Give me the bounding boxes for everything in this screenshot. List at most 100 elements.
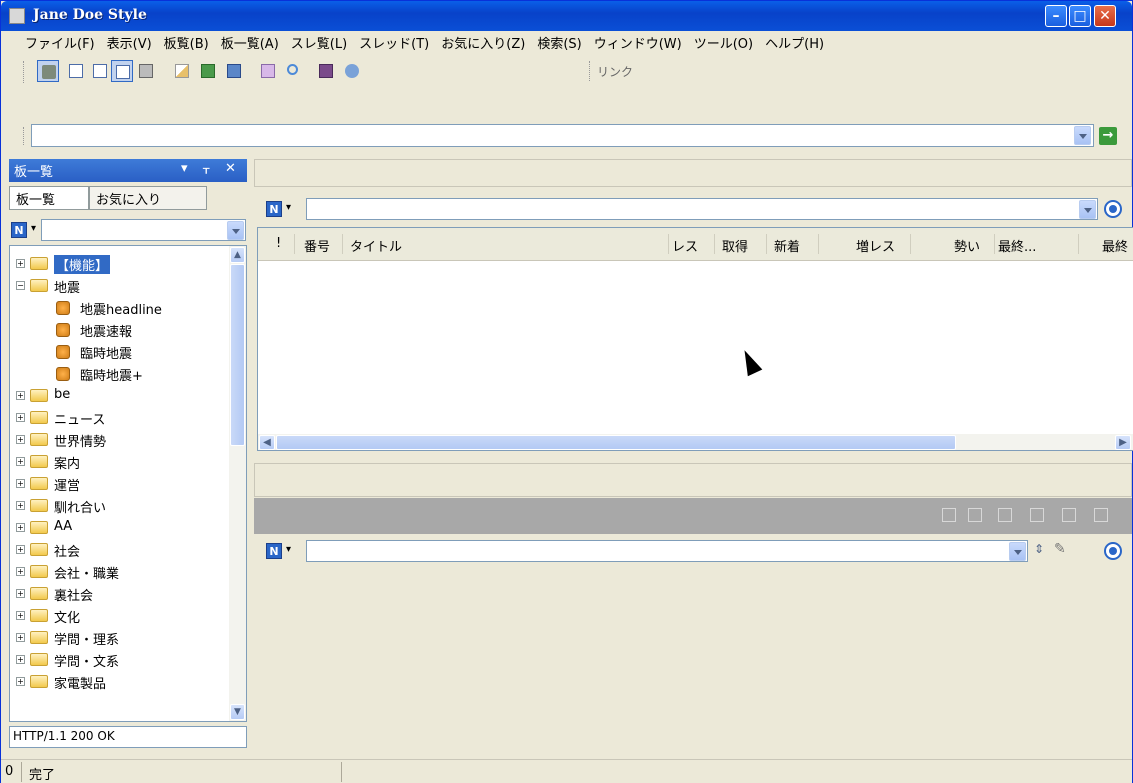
column-header[interactable]: 勢い <box>954 236 980 255</box>
scroll-left-icon[interactable]: ◀ <box>259 435 275 450</box>
menu-tools[interactable]: ツール(O) <box>688 33 759 52</box>
column-separator[interactable] <box>766 234 767 254</box>
address-input[interactable] <box>31 124 1094 147</box>
expand-icon[interactable]: + <box>16 413 25 422</box>
maximize-button[interactable]: □ <box>1069 5 1091 27</box>
n-icon[interactable]: N <box>11 222 27 238</box>
column-header[interactable]: 新着 <box>774 236 800 255</box>
expand-icon[interactable]: + <box>16 567 25 576</box>
thread-filter-input[interactable] <box>306 198 1098 220</box>
menu-search[interactable]: 検索(S) <box>531 33 587 52</box>
reload-all-button[interactable] <box>223 60 245 82</box>
collapse-icon[interactable]: − <box>16 281 25 290</box>
filter-dropdown-icon[interactable] <box>1009 542 1026 561</box>
expand-icon[interactable]: + <box>16 259 25 268</box>
column-separator[interactable] <box>714 234 715 254</box>
column-separator[interactable] <box>910 234 911 254</box>
expand-icon[interactable]: + <box>16 677 25 686</box>
pencil-icon[interactable]: ✎ <box>1054 541 1066 557</box>
scroll-up-icon[interactable]: ▲ <box>230 247 245 263</box>
n-caret-icon[interactable]: ▾ <box>286 544 291 555</box>
column-separator[interactable] <box>294 234 295 254</box>
expand-icon[interactable]: + <box>16 611 25 620</box>
column-header[interactable]: 取得 <box>722 236 748 255</box>
thread-view-filter-input[interactable] <box>306 540 1028 562</box>
column-header[interactable]: ! <box>276 236 281 251</box>
column-separator[interactable] <box>994 234 995 254</box>
layout2-button[interactable] <box>89 60 111 82</box>
tree-scroll-thumb[interactable] <box>230 264 245 446</box>
column-header[interactable]: 最終... <box>998 236 1036 255</box>
column-header[interactable]: 番号 <box>304 236 330 255</box>
column-separator[interactable] <box>668 234 669 254</box>
n-caret-icon[interactable]: ▾ <box>286 202 291 213</box>
board-tree-toggle-button[interactable] <box>37 60 59 82</box>
thread-list-hscrollbar[interactable]: ◀ ▶ <box>258 434 1133 450</box>
menu-thread-list[interactable]: スレ覧(L) <box>285 33 353 52</box>
thread-list-scroll-thumb[interactable] <box>276 435 956 450</box>
address-dropdown-icon[interactable] <box>1074 126 1091 145</box>
layout3-button[interactable] <box>111 60 133 82</box>
toolbar-grip[interactable] <box>23 61 26 83</box>
toolbar-icon[interactable] <box>942 508 956 522</box>
column-separator[interactable] <box>342 234 343 254</box>
toolbar-icon[interactable] <box>998 508 1012 522</box>
minimize-button[interactable]: – <box>1045 5 1067 27</box>
pane-menu-icon[interactable]: ▾ <box>181 161 188 176</box>
toolbar-icon[interactable] <box>1094 508 1108 522</box>
tree-scrollbar[interactable]: ▲ ▼ <box>229 246 246 721</box>
tab-favorites[interactable]: お気に入り <box>89 186 207 210</box>
options-icon[interactable] <box>1104 542 1122 560</box>
expand-icon[interactable]: + <box>16 391 25 400</box>
tab-board-list[interactable]: 板一覧 <box>9 186 89 210</box>
n-icon[interactable]: N <box>266 201 282 217</box>
options-icon[interactable] <box>1104 200 1122 218</box>
board-filter-input[interactable] <box>41 219 246 241</box>
n-icon[interactable]: N <box>266 543 282 559</box>
layout4-button[interactable] <box>135 60 157 82</box>
title-bar[interactable]: Jane Doe Style – □ ✕ <box>1 1 1132 31</box>
expand-icon[interactable]: + <box>16 479 25 488</box>
write-button[interactable] <box>171 60 193 82</box>
expand-icon[interactable]: + <box>16 633 25 642</box>
expand-icon[interactable]: + <box>16 655 25 664</box>
column-separator[interactable] <box>1078 234 1079 254</box>
help-button[interactable] <box>341 60 363 82</box>
pane-close-icon[interactable]: ✕ <box>225 161 236 176</box>
scroll-down-icon[interactable]: ▼ <box>230 704 245 720</box>
expand-icon[interactable]: + <box>16 589 25 598</box>
chat-button[interactable] <box>257 60 279 82</box>
column-separator[interactable] <box>818 234 819 254</box>
reload-button[interactable] <box>197 60 219 82</box>
pin-icon[interactable]: ᚁ <box>203 161 209 176</box>
expand-icon[interactable]: + <box>16 435 25 444</box>
filter-dropdown-icon[interactable] <box>227 221 244 240</box>
book-button[interactable] <box>315 60 337 82</box>
link-grip[interactable] <box>589 61 592 81</box>
scroll-right-icon[interactable]: ▶ <box>1115 435 1131 450</box>
menu-board[interactable]: 板覧(B) <box>158 33 215 52</box>
menu-file[interactable]: ファイル(F) <box>19 33 101 52</box>
close-button[interactable]: ✕ <box>1094 5 1116 27</box>
toolbar-icon[interactable] <box>968 508 982 522</box>
expand-icon[interactable]: + <box>16 501 25 510</box>
expand-icon[interactable]: + <box>16 545 25 554</box>
address-grip[interactable] <box>23 127 26 145</box>
n-caret-icon[interactable]: ▾ <box>31 223 36 234</box>
search-button[interactable] <box>283 60 305 82</box>
spin-icon[interactable]: ⇕ <box>1034 542 1044 556</box>
menu-favorites[interactable]: お気に入り(Z) <box>435 33 531 52</box>
column-header[interactable]: タイトル <box>350 236 402 255</box>
layout1-button[interactable] <box>65 60 87 82</box>
filter-dropdown-icon[interactable] <box>1079 200 1096 219</box>
toolbar-icon[interactable] <box>1062 508 1076 522</box>
menu-board-list[interactable]: 板一覧(A) <box>215 33 285 52</box>
menu-thread[interactable]: スレッド(T) <box>353 33 435 52</box>
menu-view[interactable]: 表示(V) <box>101 33 158 52</box>
menu-help[interactable]: ヘルプ(H) <box>759 33 830 52</box>
column-header[interactable]: レス <box>672 236 698 255</box>
app-icon[interactable] <box>9 8 25 24</box>
column-header[interactable]: 増レス <box>856 236 895 255</box>
go-button[interactable]: → <box>1099 127 1117 145</box>
menu-window[interactable]: ウィンドウ(W) <box>588 33 688 52</box>
